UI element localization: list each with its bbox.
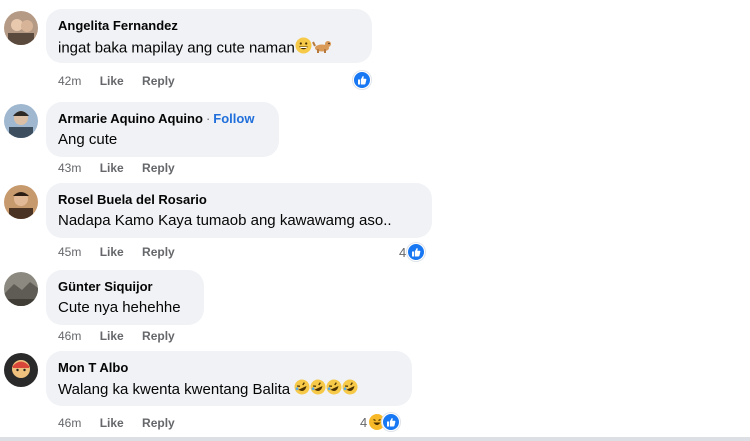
commenter-name[interactable]: Rosel Buela del Rosario (58, 191, 420, 208)
rofl-emoji (326, 379, 342, 401)
comment-text: Cute nya hehehhe (58, 299, 181, 316)
follow-button[interactable]: Follow (213, 111, 254, 126)
commenter-name[interactable]: Angelita Fernandez (58, 17, 360, 34)
comment-bubble: Angelita Fernandez ingat baka mapilay an… (46, 9, 372, 63)
like-button[interactable]: Like (100, 74, 124, 88)
avatar[interactable] (4, 272, 38, 306)
like-button[interactable]: Like (100, 329, 124, 343)
comment-bubble: Rosel Buela del Rosario Nadapa Kamo Kaya… (46, 183, 432, 238)
comment-actions: 46m Like Reply (58, 329, 190, 343)
avatar[interactable] (4, 11, 38, 45)
avatar[interactable] (4, 185, 38, 219)
comment-timestamp[interactable]: 45m (58, 245, 81, 259)
like-button[interactable]: Like (100, 416, 124, 430)
commenter-name-row: Armarie Aquino Aquino · Follow (58, 111, 255, 126)
comment-text-content: ingat baka mapilay ang cute naman (58, 39, 295, 57)
scroll-divider (0, 437, 750, 441)
grinning-face-emoji (295, 37, 312, 60)
emoji-group (294, 379, 358, 401)
rofl-emoji (310, 379, 326, 401)
reply-button[interactable]: Reply (142, 416, 175, 430)
comment-text: ingat baka mapilay ang cute naman (58, 37, 360, 60)
reaction-summary[interactable] (353, 71, 371, 89)
commenter-name[interactable]: Günter Siquijor (58, 278, 192, 295)
comment-actions: 45m Like Reply (58, 245, 190, 259)
comment-bubble: Armarie Aquino Aquino · Follow Ang cute (46, 102, 279, 157)
reply-button[interactable]: Reply (142, 329, 175, 343)
avatar[interactable] (4, 104, 38, 138)
comment-actions: 42m Like Reply (58, 74, 190, 88)
rofl-emoji (294, 379, 310, 401)
comment-timestamp[interactable]: 42m (58, 74, 81, 88)
reply-button[interactable]: Reply (142, 245, 175, 259)
like-button[interactable]: Like (100, 245, 124, 259)
like-icon (382, 413, 401, 431)
like-button[interactable]: Like (100, 161, 124, 175)
reply-button[interactable]: Reply (142, 74, 175, 88)
comment-text: Ang cute (58, 131, 118, 148)
reply-button[interactable]: Reply (142, 161, 175, 175)
rofl-emoji (342, 379, 358, 401)
commenter-name[interactable]: Armarie Aquino Aquino (58, 111, 203, 126)
reaction-summary[interactable]: 4 (360, 413, 401, 431)
comment-text: Walang ka kwenta kwentang Balita (58, 379, 400, 401)
comment-timestamp[interactable]: 43m (58, 161, 81, 175)
commenter-name[interactable]: Mon T Albo (58, 359, 400, 376)
comment-timestamp[interactable]: 46m (58, 416, 81, 430)
comment-bubble: Mon T Albo Walang ka kwenta kwentang Bal… (46, 351, 412, 406)
like-icon (407, 243, 426, 261)
avatar[interactable] (4, 353, 38, 387)
reaction-count: 4 (399, 244, 407, 260)
reaction-summary[interactable]: 4 (399, 243, 426, 261)
like-icon (353, 71, 371, 89)
reaction-count: 4 (360, 414, 368, 430)
comment-actions: 46m Like Reply (58, 416, 190, 430)
comment-bubble: Günter Siquijor Cute nya hehehhe (46, 270, 204, 325)
dog-emoji (311, 37, 332, 60)
comment-timestamp[interactable]: 46m (58, 329, 81, 343)
comment-text: Nadapa Kamo Kaya tumaob ang kawawamg aso… (58, 212, 392, 229)
comment-actions: 43m Like Reply (58, 161, 190, 175)
comment-text-content: Walang ka kwenta kwentang Balita (58, 380, 291, 398)
